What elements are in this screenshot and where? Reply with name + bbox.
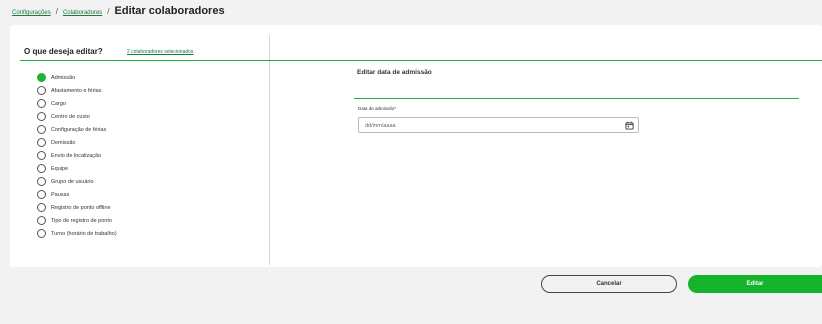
breadcrumb-separator: / xyxy=(55,7,58,16)
option-item[interactable]: Pausas xyxy=(37,188,117,201)
option-label: Cargo xyxy=(51,100,66,107)
radio-button[interactable] xyxy=(37,99,46,108)
radio-button[interactable] xyxy=(37,138,46,147)
radio-button[interactable] xyxy=(37,203,46,212)
page-title: Editar colaboradores xyxy=(114,5,225,17)
admission-date-field[interactable] xyxy=(358,117,639,133)
option-item[interactable]: Admissão xyxy=(37,71,117,84)
option-item[interactable]: Demissão xyxy=(37,136,117,149)
edit-button[interactable]: Editar xyxy=(688,275,822,293)
calendar-icon[interactable] xyxy=(625,121,634,130)
section-divider xyxy=(354,98,799,99)
selected-employees-link[interactable]: 2 colaboradores selecionados xyxy=(127,49,193,55)
option-label: Admissão xyxy=(51,74,76,81)
option-item[interactable]: Tipo de registro de ponto xyxy=(37,214,117,227)
question-title: O que deseja editar? xyxy=(24,47,103,56)
option-label: Demissão xyxy=(51,139,76,146)
breadcrumb: Configurações / Colaboradores / Editar c… xyxy=(12,5,225,17)
radio-button[interactable] xyxy=(37,112,46,121)
option-label: Tipo de registro de ponto xyxy=(51,217,112,224)
admission-date-input[interactable] xyxy=(365,120,615,131)
option-label: Afastamento e férias xyxy=(51,87,102,94)
radio-button[interactable] xyxy=(37,73,46,82)
option-label: Equipe xyxy=(51,165,69,172)
option-item[interactable]: Equipe xyxy=(37,162,117,175)
header-divider xyxy=(20,60,822,61)
option-item[interactable]: Centro de custo xyxy=(37,110,117,123)
option-label: Pausas xyxy=(51,191,70,198)
admission-date-label: Data de admissão* xyxy=(358,106,397,111)
radio-button[interactable] xyxy=(37,86,46,95)
edit-options-list: Admissão Afastamento e férias Cargo Centro … xyxy=(37,71,117,240)
cancel-button[interactable]: Cancelar xyxy=(541,275,677,293)
option-label: Centro de custo xyxy=(51,113,90,120)
option-label: Envio de localização xyxy=(51,152,102,159)
breadcrumb-link-configuracoes[interactable]: Configurações xyxy=(12,10,51,16)
radio-button[interactable] xyxy=(37,190,46,199)
breadcrumb-link-colaboradores[interactable]: Colaboradores xyxy=(63,10,102,16)
radio-button[interactable] xyxy=(37,229,46,238)
radio-button[interactable] xyxy=(37,177,46,186)
radio-button[interactable] xyxy=(37,125,46,134)
option-label: Grupo de usuário xyxy=(51,178,94,185)
option-item[interactable]: Envio de localização xyxy=(37,149,117,162)
option-item[interactable]: Grupo de usuário xyxy=(37,175,117,188)
panel-divider xyxy=(269,35,270,265)
option-item[interactable]: Afastamento e férias xyxy=(37,84,117,97)
option-item[interactable]: Turno (horário de trabalho) xyxy=(37,227,117,240)
radio-button[interactable] xyxy=(37,216,46,225)
option-label: Registro de ponto offline xyxy=(51,204,111,211)
edit-card: O que deseja editar? 2 colaboradores sel… xyxy=(10,25,822,267)
option-label: Turno (horário de trabalho) xyxy=(51,230,117,237)
breadcrumb-separator: / xyxy=(107,7,110,16)
option-item[interactable]: Cargo xyxy=(37,97,117,110)
radio-button[interactable] xyxy=(37,164,46,173)
radio-button[interactable] xyxy=(37,151,46,160)
section-title: Editar data de admissão xyxy=(357,69,432,76)
option-item[interactable]: Registro de ponto offline xyxy=(37,201,117,214)
option-item[interactable]: Configuração de férias xyxy=(37,123,117,136)
edit-options-panel: O que deseja editar? 2 colaboradores sel… xyxy=(10,25,270,267)
option-label: Configuração de férias xyxy=(51,126,107,133)
